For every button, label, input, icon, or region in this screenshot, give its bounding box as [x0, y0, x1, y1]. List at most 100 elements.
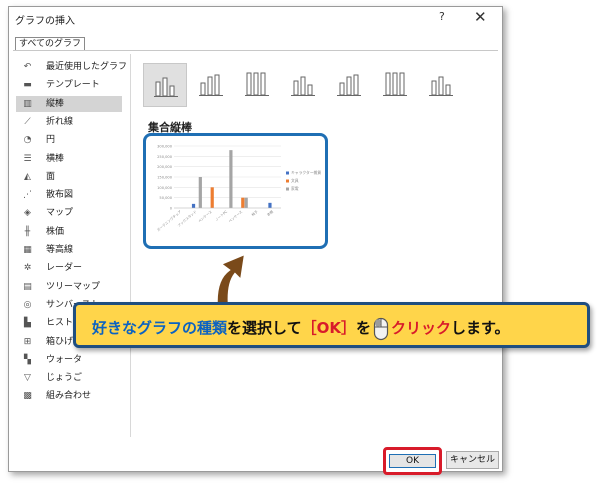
combo-chart-icon: ▩: [23, 391, 32, 402]
bar: [229, 150, 233, 208]
sidebar-item[interactable]: ▩ 組み合わせ: [16, 388, 122, 404]
template-folder-icon: ▬: [23, 80, 32, 91]
y-tick-label: 50,000: [159, 196, 172, 200]
cancel-button[interactable]: キャンセル: [446, 451, 499, 469]
x-tick-label: ペンケース: [197, 209, 214, 224]
sidebar-item[interactable]: ╫ 株価: [16, 224, 122, 240]
treemap-chart-icon: ▤: [23, 281, 32, 292]
sidebar-item[interactable]: ⟋ 折れ線: [16, 114, 122, 130]
3d-stacked-column-icon[interactable]: [327, 63, 371, 107]
dialog-title: グラフの挿入: [15, 16, 75, 27]
sidebar-item-label: レーダー: [46, 263, 83, 274]
surface-chart-icon: ▦: [23, 245, 32, 255]
sidebar-item-label: 等高線: [46, 245, 74, 255]
x-tick-label: ペンケース: [227, 209, 244, 224]
legend-swatch: [286, 179, 289, 183]
bar: [241, 197, 245, 208]
area-chart-icon: ◭: [24, 171, 31, 182]
bar: [198, 177, 202, 208]
bar-chart-icon: ☰: [23, 153, 32, 164]
bar: [210, 187, 214, 208]
sidebar-item[interactable]: ▽ じょうご: [16, 370, 122, 386]
stacked-column-icon[interactable]: [189, 63, 233, 107]
callout-part4: を: [355, 319, 371, 337]
sidebar-item-label: テンプレート: [46, 80, 100, 91]
sidebar-item-label: 縦棒: [46, 98, 65, 109]
legend-swatch: [286, 187, 289, 191]
chart-preview[interactable]: 300,000 250,000 200,000 150,000 100,000 50,00…: [143, 133, 328, 249]
y-tick-label: 200,000: [157, 165, 173, 169]
radar-chart-icon: ✲: [23, 263, 32, 274]
box-chart-icon: ⊞: [23, 336, 32, 347]
sidebar-item-label: 組み合わせ: [46, 391, 92, 402]
y-tick-label: 100,000: [157, 186, 173, 190]
sidebar-item[interactable]: ☰ 横棒: [16, 151, 122, 167]
sidebar-item[interactable]: ▤ ツリーマップ: [16, 279, 122, 295]
curved-arrow-icon: [215, 252, 247, 309]
mouse-icon: [373, 317, 389, 341]
stock-chart-icon: ╫: [24, 226, 31, 237]
sidebar-item[interactable]: ▬ テンプレート: [16, 77, 122, 93]
sidebar-item-label: 円: [46, 135, 56, 146]
callout-part5: クリック: [390, 319, 451, 337]
column-chart-icon: ▥: [23, 98, 32, 109]
sidebar-item-label: 株価: [46, 226, 65, 237]
close-button[interactable]: ✕: [474, 8, 487, 26]
instruction-callout: 好きなグラフの種類を選択して［OK］を クリックします。: [73, 302, 590, 348]
bar: [244, 197, 248, 208]
waterfall-chart-icon: ▚: [24, 354, 31, 365]
callout-part3: ［OK］: [301, 319, 356, 337]
legend-label: 家電: [291, 186, 299, 191]
callout-part1: 好きなグラフの種類: [92, 319, 228, 337]
sidebar-item-label: ツリーマップ: [46, 281, 101, 292]
sidebar-item[interactable]: ◭ 面: [16, 169, 122, 185]
bar: [268, 202, 272, 208]
x-tick-label: 本棚: [266, 209, 275, 218]
funnel-chart-icon: ▽: [24, 373, 31, 384]
y-tick-label: 300,000: [157, 145, 173, 149]
sidebar-item-label: マップ: [46, 208, 74, 219]
callout-part2: を選択して: [227, 319, 302, 337]
3d-clustered-column-icon[interactable]: [281, 63, 325, 107]
ok-button-highlight: OK: [383, 447, 442, 475]
recent-icon: ↶: [23, 62, 32, 72]
title-bar: グラフの挿入 ? ✕: [9, 7, 502, 31]
line-chart-icon: ⟋: [24, 116, 31, 127]
tab-all-charts[interactable]: すべてのグラフ: [15, 37, 86, 51]
100-stacked-column-icon[interactable]: [235, 63, 279, 107]
sidebar-item[interactable]: ◈ マップ: [16, 205, 122, 221]
sidebar-item-label: 横棒: [46, 153, 65, 164]
sidebar-item-label: 最近使用したグラフ: [46, 62, 128, 72]
chart-category-list: ↶ 最近使用したグラフ ▬ テンプレート ▥ 縦棒 ⟋ 折れ線 ◔ 円 ☰ 横棒 ◭ 面 ⋰ 散布図 ◈ マップ ╫…: [14, 59, 127, 401]
sidebar-item-label: じょうご: [46, 373, 83, 384]
x-tick-label: ガーデニングチェア: [156, 209, 183, 233]
legend-label: 文具: [291, 178, 299, 183]
sidebar-item-label: 折れ線: [46, 116, 74, 127]
sidebar-item[interactable]: ↶ 最近使用したグラフ: [16, 59, 127, 75]
3d-100-stacked-column-icon[interactable]: [373, 63, 417, 107]
scatter-chart-icon: ⋰: [23, 190, 32, 201]
pie-chart-icon: ◔: [23, 135, 32, 146]
panel-divider: [130, 54, 131, 437]
ok-button[interactable]: OK: [389, 454, 436, 468]
sidebar-item-label: ウォータ: [46, 354, 83, 365]
preview-chart-svg: 300,000 250,000 200,000 150,000 100,000 50,00…: [156, 145, 322, 233]
x-tick-label: ノートPC: [214, 209, 228, 222]
3d-column-icon[interactable]: [419, 63, 463, 107]
sidebar-item-label: 面: [46, 171, 56, 182]
bar: [191, 203, 196, 208]
sidebar-item[interactable]: ▦ 等高線: [16, 242, 122, 258]
y-tick-label: 150,000: [157, 176, 173, 180]
sidebar-item[interactable]: ✲ レーダー: [16, 260, 122, 276]
sidebar-item[interactable]: ◔ 円: [16, 132, 122, 148]
sidebar-item[interactable]: ▚ ウォータ: [16, 352, 122, 368]
help-button[interactable]: ?: [439, 10, 445, 23]
y-tick-label: 0: [170, 207, 173, 211]
x-tick-label: 椅子: [250, 209, 259, 218]
sidebar-item-label: 散布図: [46, 190, 74, 201]
y-tick-label: 250,000: [157, 155, 173, 159]
clustered-column-icon[interactable]: [143, 63, 187, 107]
sidebar-item[interactable]: ⋰ 散布図: [16, 187, 122, 203]
sidebar-item[interactable]: ▥ 縦棒: [16, 95, 122, 112]
callout-part6: します。: [451, 319, 510, 337]
